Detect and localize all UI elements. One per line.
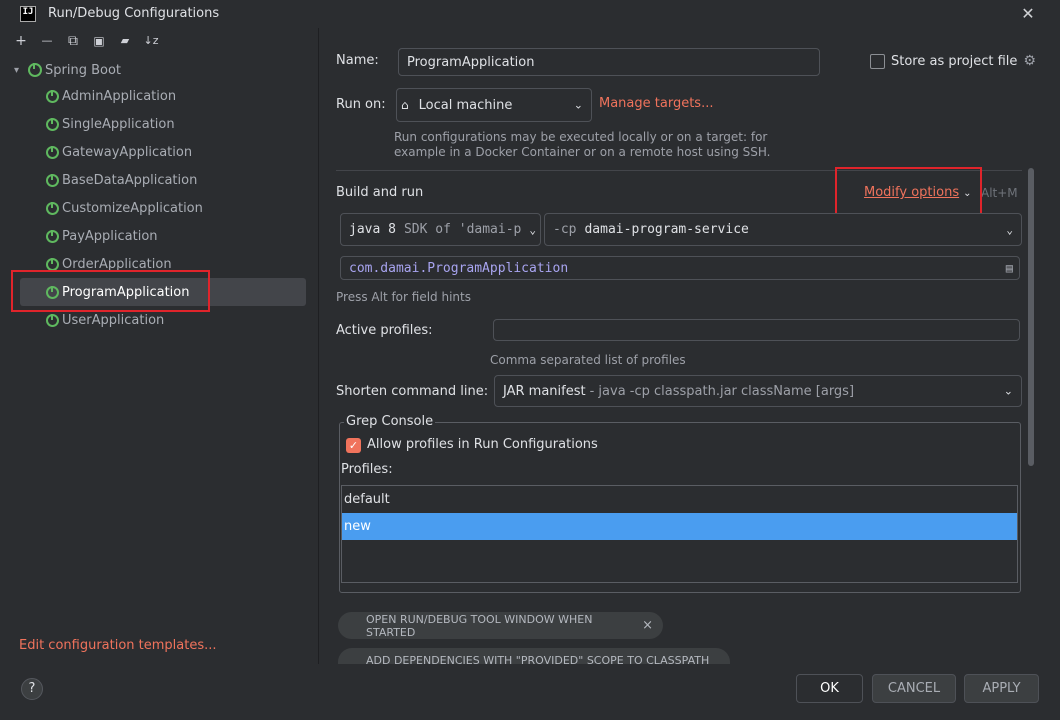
spring-boot-icon <box>46 257 59 271</box>
gear-icon[interactable]: ⚙ <box>1023 53 1036 69</box>
tree-item[interactable]: AdminApplication <box>46 86 176 106</box>
tree-item[interactable]: PayApplication <box>46 226 158 246</box>
chip-label: OPEN RUN/DEBUG TOOL WINDOW WHEN STARTED <box>366 612 593 639</box>
chip-label: ADD DEPENDENCIES WITH "PROVIDED" SCOPE T… <box>366 654 710 664</box>
shorten-command-line-label: Shorten command line: <box>336 384 489 399</box>
manage-targets-link[interactable]: Manage targets... <box>599 96 713 111</box>
list-item[interactable]: default <box>342 486 1017 513</box>
tree-item-label: BaseDataApplication <box>62 172 198 188</box>
tree-item-label: SingleApplication <box>62 116 175 132</box>
apply-button[interactable]: APPLY <box>964 674 1039 703</box>
new-folder-icon[interactable]: ▰ <box>116 32 134 50</box>
section-title: Build and run <box>336 185 424 200</box>
store-label: Store as project file <box>891 53 1018 69</box>
tree-item[interactable]: SingleApplication <box>46 114 175 134</box>
chevron-down-icon: ⌄ <box>1006 223 1013 236</box>
home-icon: ⌂ <box>401 98 409 112</box>
run-on-value: Local machine <box>418 97 513 113</box>
active-profiles-hint: Comma separated list of profiles <box>490 353 686 367</box>
chevron-down-icon: ⌄ <box>529 223 536 236</box>
tree-item-label: GatewayApplication <box>62 144 193 160</box>
jdk-detail: SDK of 'damai-p <box>403 222 522 237</box>
store-as-project-file[interactable]: Store as project file ⚙ <box>870 53 1036 69</box>
intellij-logo-icon: IJ <box>20 6 36 22</box>
main-class-value: com.damai.ProgramApplication <box>349 260 569 276</box>
profile-name: default <box>344 492 390 507</box>
tree-item[interactable]: BaseDataApplication <box>46 170 197 190</box>
spring-boot-icon <box>46 145 59 159</box>
save-icon[interactable]: ▣ <box>90 32 108 50</box>
cp-value: damai-program-service <box>584 222 749 237</box>
spring-boot-icon <box>46 229 59 243</box>
option-chip[interactable]: OPEN RUN/DEBUG TOOL WINDOW WHEN STARTED × <box>338 612 663 639</box>
chevron-down-icon: ⌄ <box>1003 384 1013 398</box>
option-chip[interactable]: ADD DEPENDENCIES WITH "PROVIDED" SCOPE T… <box>338 648 730 664</box>
list-item-selected[interactable]: new <box>342 513 1017 540</box>
remove-icon[interactable]: — <box>38 32 56 50</box>
run-on-hint: Run configurations may be executed local… <box>394 130 768 144</box>
main-class-input[interactable]: com.damai.ProgramApplication ▤ <box>340 256 1020 280</box>
run-debug-dialog: IJ Run/Debug Configurations ✕ + — ⧉ ▣ ▰ … <box>0 0 1060 720</box>
tree-item-label: UserApplication <box>62 312 165 328</box>
edit-templates-link[interactable]: Edit configuration templates... <box>19 638 217 653</box>
run-on-select[interactable]: ⌂ Local machine ⌄ <box>396 88 592 122</box>
scrollbar[interactable] <box>1028 168 1034 466</box>
tree-item-label: CustomizeApplication <box>62 200 203 216</box>
active-profiles-input[interactable] <box>493 319 1020 341</box>
store-checkbox[interactable] <box>870 53 885 69</box>
spring-boot-icon <box>46 201 59 215</box>
name-value: ProgramApplication <box>407 54 535 70</box>
chevron-down-icon[interactable]: ▾ <box>14 65 28 76</box>
spring-boot-icon <box>46 313 59 327</box>
cancel-button[interactable]: CANCEL <box>872 674 956 703</box>
shorten-detail: - java -cp classpath.jar className [args… <box>589 383 855 399</box>
active-profiles-label: Active profiles: <box>336 323 433 338</box>
chevron-down-icon: ⌄ <box>573 98 583 112</box>
browse-icon[interactable]: ▤ <box>1006 261 1013 275</box>
tree-root-label: Spring Boot <box>45 62 122 78</box>
spring-boot-icon <box>46 117 59 131</box>
copy-icon[interactable]: ⧉ <box>64 32 82 50</box>
apply-label: APPLY <box>982 681 1021 696</box>
tree-item-label: PayApplication <box>62 228 158 244</box>
add-icon[interactable]: + <box>12 32 30 50</box>
name-input[interactable]: ProgramApplication <box>398 48 820 76</box>
profile-name: new <box>344 519 371 534</box>
name-label: Name: <box>336 53 379 68</box>
sort-icon[interactable]: ↓z <box>142 32 160 50</box>
tree-item[interactable]: CustomizeApplication <box>46 198 203 218</box>
field-hint: Press Alt for field hints <box>336 290 471 304</box>
spring-boot-icon <box>46 89 59 103</box>
close-icon[interactable]: ✕ <box>1020 4 1036 23</box>
allow-profiles-label: Allow profiles in Run Configurations <box>367 437 598 452</box>
highlight-box-modify <box>835 167 982 216</box>
spring-boot-icon <box>46 173 59 187</box>
allow-profiles-checkbox[interactable]: ✓ <box>346 438 361 453</box>
spring-boot-icon <box>28 63 42 77</box>
profiles-label: Profiles: <box>341 462 393 477</box>
panel-divider <box>318 28 319 664</box>
shorten-command-line-select[interactable]: JAR manifest - java -cp classpath.jar cl… <box>494 375 1022 407</box>
modify-options-shortcut: Alt+M <box>981 186 1018 200</box>
classpath-module-select[interactable]: -cp damai-program-service ⌄ <box>544 213 1022 246</box>
grep-console-title: Grep Console <box>344 414 436 429</box>
window-title: Run/Debug Configurations <box>48 6 220 21</box>
jdk-value: java 8 <box>349 222 396 237</box>
shorten-value: JAR manifest <box>503 383 586 399</box>
tree-item[interactable]: UserApplication <box>46 310 164 330</box>
title-bar: IJ Run/Debug Configurations ✕ <box>0 0 1060 28</box>
jdk-select[interactable]: java 8 SDK of 'damai-p ⌄ <box>340 213 541 246</box>
help-icon[interactable]: ? <box>21 678 43 700</box>
logo-text: IJ <box>22 7 34 17</box>
tree-root-spring-boot[interactable]: ▾ Spring Boot <box>14 60 121 80</box>
close-icon[interactable]: × <box>642 618 653 633</box>
tree-item[interactable]: GatewayApplication <box>46 142 192 162</box>
run-on-hint: example in a Docker Container or on a re… <box>394 145 771 159</box>
cp-prefix: -cp <box>553 222 577 237</box>
tree-item-label: AdminApplication <box>62 88 177 104</box>
run-on-label: Run on: <box>336 97 386 112</box>
ok-button[interactable]: OK <box>796 674 863 703</box>
highlight-box-program <box>11 270 210 312</box>
